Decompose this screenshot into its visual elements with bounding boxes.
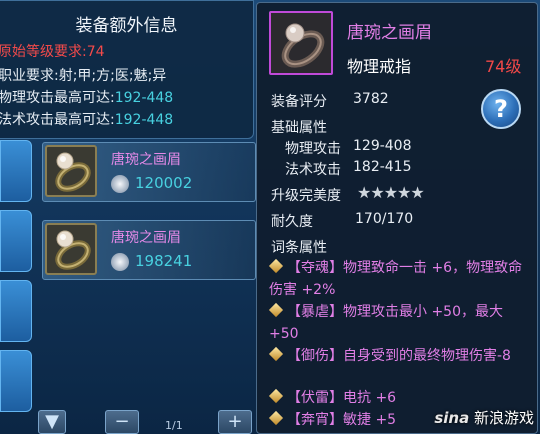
item-name: 唐琬之画眉 bbox=[111, 152, 181, 168]
diamond-bullet-icon bbox=[268, 410, 284, 426]
silver-coin-icon bbox=[111, 253, 129, 271]
sina-logo: sina bbox=[434, 409, 470, 427]
watermark-text: 新浪游戏 bbox=[473, 409, 534, 427]
affix-tag: 【奔宵】 bbox=[287, 412, 343, 428]
magic-attack-label: 法术攻击 bbox=[285, 162, 341, 178]
affix-tag: 【伏雷】 bbox=[287, 390, 343, 406]
star-icon: ★ bbox=[383, 183, 398, 202]
affix-tag: 【暴虐】 bbox=[287, 304, 343, 320]
next-page-button[interactable]: + bbox=[218, 410, 252, 434]
affix-line: 【暴虐】物理攻击最小 +50，最大 +50 bbox=[268, 301, 531, 345]
item-row[interactable]: 唐琬之画眉 120002 bbox=[42, 142, 256, 202]
affix-attributes-header: 词条属性 bbox=[271, 240, 327, 256]
magic-attack-max-value: 192-448 bbox=[114, 112, 174, 128]
phys-attack-max-value: 192-448 bbox=[114, 90, 174, 106]
original-level-requirement: 原始等级要求:74 bbox=[0, 44, 105, 60]
durability-value: 170/170 bbox=[355, 211, 414, 227]
star-icon: ★ bbox=[410, 183, 424, 202]
phys-attack-max-label: 物理攻击最高可达: bbox=[0, 90, 115, 106]
phys-attack-value: 129-408 bbox=[353, 138, 412, 154]
affix-line: 【夺魂】物理致命一击 +6，物理致命伤害 +2% bbox=[268, 257, 531, 301]
left-tab-4[interactable] bbox=[0, 350, 32, 412]
item-price: 120002 bbox=[135, 174, 193, 192]
item-row[interactable]: 唐琬之画眉 198241 bbox=[42, 220, 256, 280]
star-icon: ★ bbox=[397, 183, 411, 202]
ring-icon bbox=[269, 11, 333, 75]
score-label: 装备评分 bbox=[271, 94, 327, 110]
magic-attack-value: 182-415 bbox=[353, 159, 412, 175]
help-button[interactable]: ? bbox=[481, 89, 521, 129]
extra-info-panel: 装备额外信息 原始等级要求:74 职业要求:射;甲;方;医;魅;异 物理攻击最高… bbox=[0, 0, 254, 139]
base-attributes-header: 基础属性 bbox=[271, 120, 327, 136]
score-value: 3782 bbox=[353, 91, 389, 107]
sina-games-watermark: sina 新浪游戏 bbox=[434, 407, 534, 428]
diamond-bullet-icon bbox=[268, 302, 284, 318]
durability-label: 耐久度 bbox=[271, 214, 313, 230]
item-tooltip: 唐琬之画眉 物理戒指 74级 ? 装备评分 3782 基础属性 物理攻击 129… bbox=[256, 2, 538, 434]
class-requirement: 职业要求:射;甲;方;医;魅;异 bbox=[0, 68, 167, 84]
affix-desc: 电抗 +6 bbox=[343, 390, 397, 406]
prev-page-button[interactable]: − bbox=[105, 410, 139, 434]
left-tab-2[interactable] bbox=[0, 210, 32, 272]
ring-icon bbox=[45, 145, 97, 197]
item-name: 唐琬之画眉 bbox=[111, 230, 181, 246]
star-icon: ★ bbox=[370, 183, 384, 202]
affix-line: 【御伤】自身受到的最终物理伤害-8 bbox=[268, 345, 531, 367]
magic-attack-max-line: 法术攻击最高可达:192-448 bbox=[0, 109, 173, 129]
upgrade-perfection-label: 升级完美度 bbox=[271, 188, 341, 204]
item-type: 物理戒指 bbox=[347, 57, 412, 76]
diamond-bullet-icon bbox=[268, 388, 284, 404]
item-name: 唐琬之画眉 bbox=[347, 23, 432, 43]
star-rating: ★★★★★ bbox=[357, 183, 425, 202]
star-icon: ★ bbox=[357, 183, 371, 202]
left-tab-3[interactable] bbox=[0, 280, 32, 342]
affix-tag: 【夺魂】 bbox=[287, 260, 343, 276]
extra-info-title: 装备额外信息 bbox=[75, 16, 178, 36]
scroll-down-button[interactable]: ▼ bbox=[38, 410, 66, 434]
left-tab-1[interactable] bbox=[0, 140, 32, 202]
item-level: 74级 bbox=[485, 57, 522, 76]
diamond-bullet-icon bbox=[268, 258, 284, 274]
affix-desc: 敏捷 +5 bbox=[343, 412, 397, 428]
silver-coin-icon bbox=[111, 175, 129, 193]
ring-icon bbox=[45, 223, 97, 275]
item-price: 198241 bbox=[135, 252, 193, 270]
phys-attack-label: 物理攻击 bbox=[285, 141, 341, 157]
affix-tag: 【御伤】 bbox=[287, 348, 343, 364]
affix-desc: 自身受到的最终物理伤害-8 bbox=[343, 348, 511, 364]
page-indicator: 1/1 bbox=[165, 419, 183, 432]
affix-line: 【伏雷】电抗 +6 bbox=[268, 387, 531, 409]
diamond-bullet-icon bbox=[268, 346, 284, 362]
phys-attack-max-line: 物理攻击最高可达:192-448 bbox=[0, 87, 173, 107]
magic-attack-max-label: 法术攻击最高可达: bbox=[0, 112, 115, 128]
